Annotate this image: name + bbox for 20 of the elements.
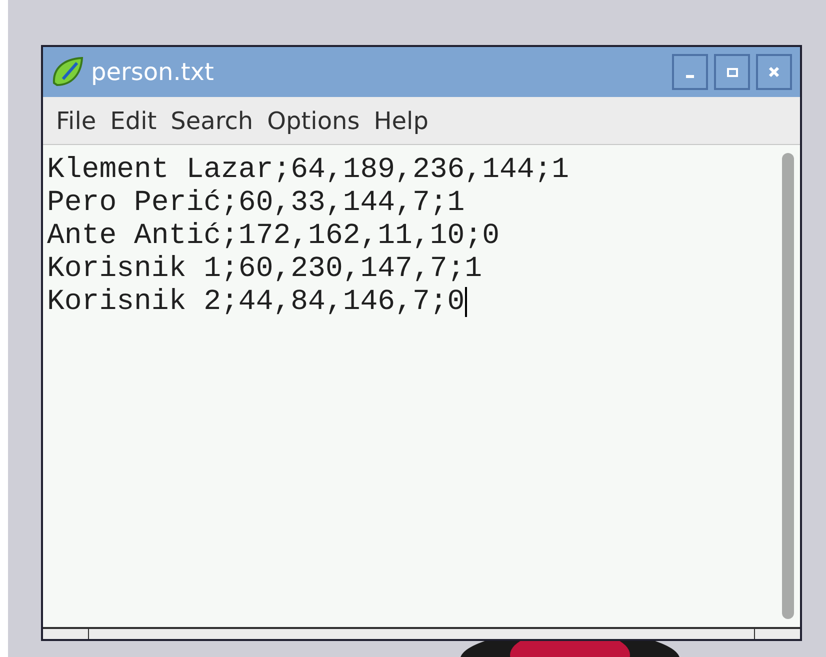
scrollbar-thumb[interactable] <box>782 153 794 619</box>
text-line: Ante Antić;172,162,11,10;0 <box>47 219 500 252</box>
text-line: Korisnik 2;44,84,146,7;0 <box>47 285 465 318</box>
maximize-button[interactable] <box>714 54 750 90</box>
minimize-icon <box>686 74 694 78</box>
text-line: Pero Perić;60,33,144,7;1 <box>47 186 465 219</box>
text-line: Korisnik 1;60,230,147,7;1 <box>47 252 482 285</box>
notepad-leaf-icon <box>51 55 85 89</box>
maximize-icon <box>726 68 738 76</box>
text-line: Klement Lazar;64,189,236,144;1 <box>47 153 570 186</box>
menu-item[interactable]: File <box>55 102 98 138</box>
minimize-button[interactable] <box>672 54 708 90</box>
window-title: person.txt <box>91 57 215 88</box>
menu-item[interactable]: Help <box>372 102 430 138</box>
menu-item[interactable]: Edit <box>109 102 158 138</box>
close-icon <box>768 66 780 78</box>
text-area[interactable]: Klement Lazar;64,189,236,144;1 Pero Perić;60,33,144,7;1 Ante Antić;172,162,11,10;0 Korisnik 1;60,230,147,7;1 Korisnik 2;44,84,146,7;0 <box>43 145 800 627</box>
menu-item[interactable]: Search <box>170 102 254 138</box>
close-button[interactable] <box>756 54 792 90</box>
menu-item[interactable]: Options <box>266 102 361 138</box>
